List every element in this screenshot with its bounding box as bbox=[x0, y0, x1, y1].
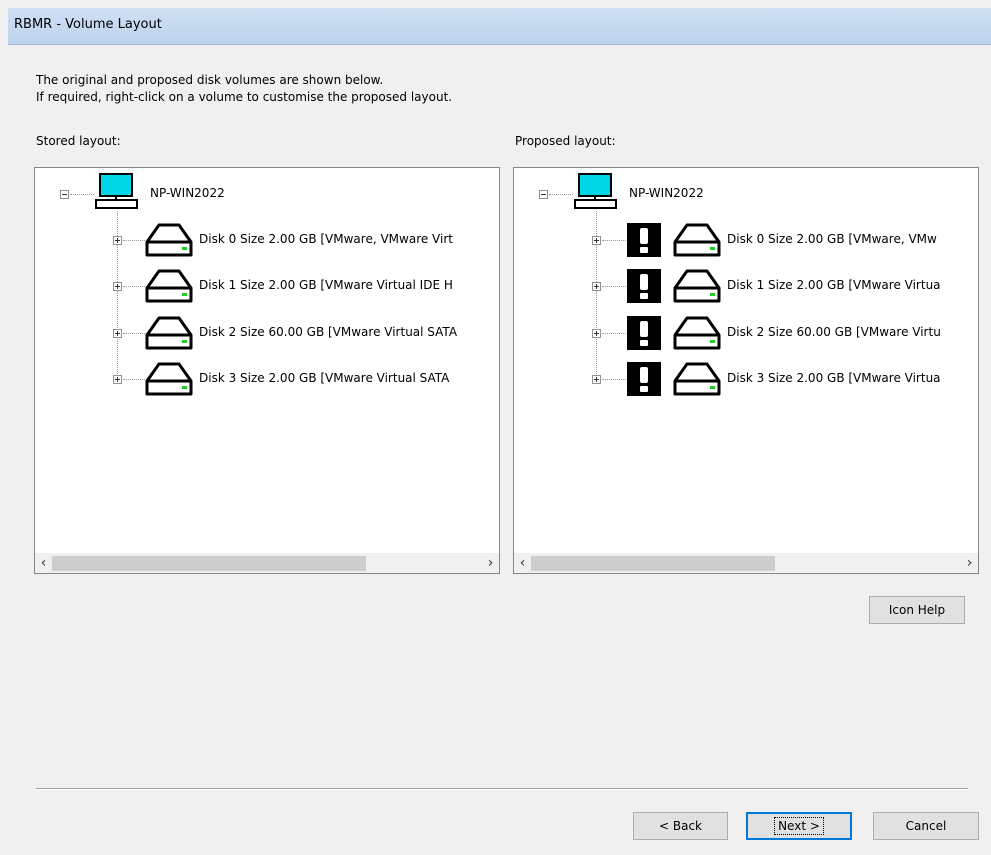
tree-connector bbox=[549, 194, 573, 195]
scroll-left-icon[interactable]: ‹ bbox=[514, 554, 531, 573]
disk-row-label[interactable]: Disk 2 Size 60.00 GB [VMware Virtu bbox=[727, 325, 941, 339]
disk-row-label[interactable]: Disk 3 Size 2.00 GB [VMware Virtua bbox=[727, 371, 941, 385]
exclamation-warning-icon bbox=[627, 223, 661, 257]
hard-disk-icon bbox=[145, 362, 193, 396]
disk-row-label[interactable]: Disk 1 Size 2.00 GB [VMware Virtual IDE … bbox=[199, 278, 453, 292]
hard-disk-icon bbox=[673, 362, 721, 396]
icon-help-button[interactable]: Icon Help bbox=[869, 596, 965, 624]
expand-toggle[interactable] bbox=[113, 329, 122, 338]
tree-connector bbox=[602, 379, 626, 380]
computer-icon bbox=[95, 173, 138, 209]
collapse-toggle[interactable] bbox=[539, 190, 548, 199]
hard-disk-icon bbox=[145, 316, 193, 350]
stored-layout-tree[interactable]: NP-WIN2022 Disk 0 Size 2.00 GB [VMware, … bbox=[34, 167, 500, 574]
disk-row-label[interactable]: Disk 3 Size 2.00 GB [VMware Virtual SATA bbox=[199, 371, 449, 385]
tree-connector bbox=[70, 194, 94, 195]
scroll-right-icon[interactable]: › bbox=[482, 554, 499, 573]
exclamation-warning-icon bbox=[627, 269, 661, 303]
expand-toggle[interactable] bbox=[113, 282, 122, 291]
window-title: RBMR - Volume Layout bbox=[14, 17, 162, 32]
next-button[interactable]: Next > bbox=[746, 812, 852, 840]
expand-toggle[interactable] bbox=[592, 329, 601, 338]
footer-divider bbox=[36, 788, 968, 790]
title-bar: RBMR - Volume Layout bbox=[8, 8, 991, 45]
hard-disk-icon bbox=[673, 223, 721, 257]
disk-row-label[interactable]: Disk 1 Size 2.00 GB [VMware Virtua bbox=[727, 278, 941, 292]
scrollbar-thumb[interactable] bbox=[531, 556, 775, 571]
scroll-left-icon[interactable]: ‹ bbox=[35, 554, 52, 573]
horizontal-scrollbar[interactable]: ‹ › bbox=[35, 553, 499, 573]
tree-connector bbox=[602, 333, 626, 334]
collapse-toggle[interactable] bbox=[60, 190, 69, 199]
expand-toggle[interactable] bbox=[113, 236, 122, 245]
tree-connector bbox=[602, 286, 626, 287]
hard-disk-icon bbox=[145, 223, 193, 257]
expand-toggle[interactable] bbox=[113, 375, 122, 384]
tree-connector bbox=[123, 333, 145, 334]
tree-root-label[interactable]: NP-WIN2022 bbox=[629, 186, 704, 200]
tree-root-label[interactable]: NP-WIN2022 bbox=[150, 186, 225, 200]
expand-toggle[interactable] bbox=[592, 236, 601, 245]
tree-connector bbox=[123, 379, 145, 380]
hard-disk-icon bbox=[673, 316, 721, 350]
exclamation-warning-icon bbox=[627, 316, 661, 350]
disk-row-label[interactable]: Disk 0 Size 2.00 GB [VMware, VMware Virt bbox=[199, 232, 453, 246]
tree-connector bbox=[123, 240, 145, 241]
expand-toggle[interactable] bbox=[592, 282, 601, 291]
intro-text: The original and proposed disk volumes a… bbox=[36, 72, 452, 106]
exclamation-warning-icon bbox=[627, 362, 661, 396]
computer-icon bbox=[574, 173, 617, 209]
scroll-right-icon[interactable]: › bbox=[961, 554, 978, 573]
next-button-label: Next > bbox=[774, 817, 824, 835]
intro-line-1: The original and proposed disk volumes a… bbox=[36, 73, 384, 87]
disk-row-label[interactable]: Disk 2 Size 60.00 GB [VMware Virtual SAT… bbox=[199, 325, 457, 339]
proposed-layout-tree[interactable]: NP-WIN2022 Disk 0 Size 2.00 GB [VMware, … bbox=[513, 167, 979, 574]
tree-connector bbox=[602, 240, 626, 241]
cancel-button[interactable]: Cancel bbox=[873, 812, 979, 840]
horizontal-scrollbar[interactable]: ‹ › bbox=[514, 553, 978, 573]
hard-disk-icon bbox=[673, 269, 721, 303]
tree-connector bbox=[123, 286, 145, 287]
intro-line-2: If required, right-click on a volume to … bbox=[36, 90, 453, 104]
proposed-layout-label: Proposed layout: bbox=[515, 134, 616, 148]
back-button[interactable]: < Back bbox=[633, 812, 728, 840]
stored-layout-label: Stored layout: bbox=[36, 134, 121, 148]
hard-disk-icon bbox=[145, 269, 193, 303]
disk-row-label[interactable]: Disk 0 Size 2.00 GB [VMware, VMw bbox=[727, 232, 937, 246]
scrollbar-thumb[interactable] bbox=[52, 556, 366, 571]
expand-toggle[interactable] bbox=[592, 375, 601, 384]
